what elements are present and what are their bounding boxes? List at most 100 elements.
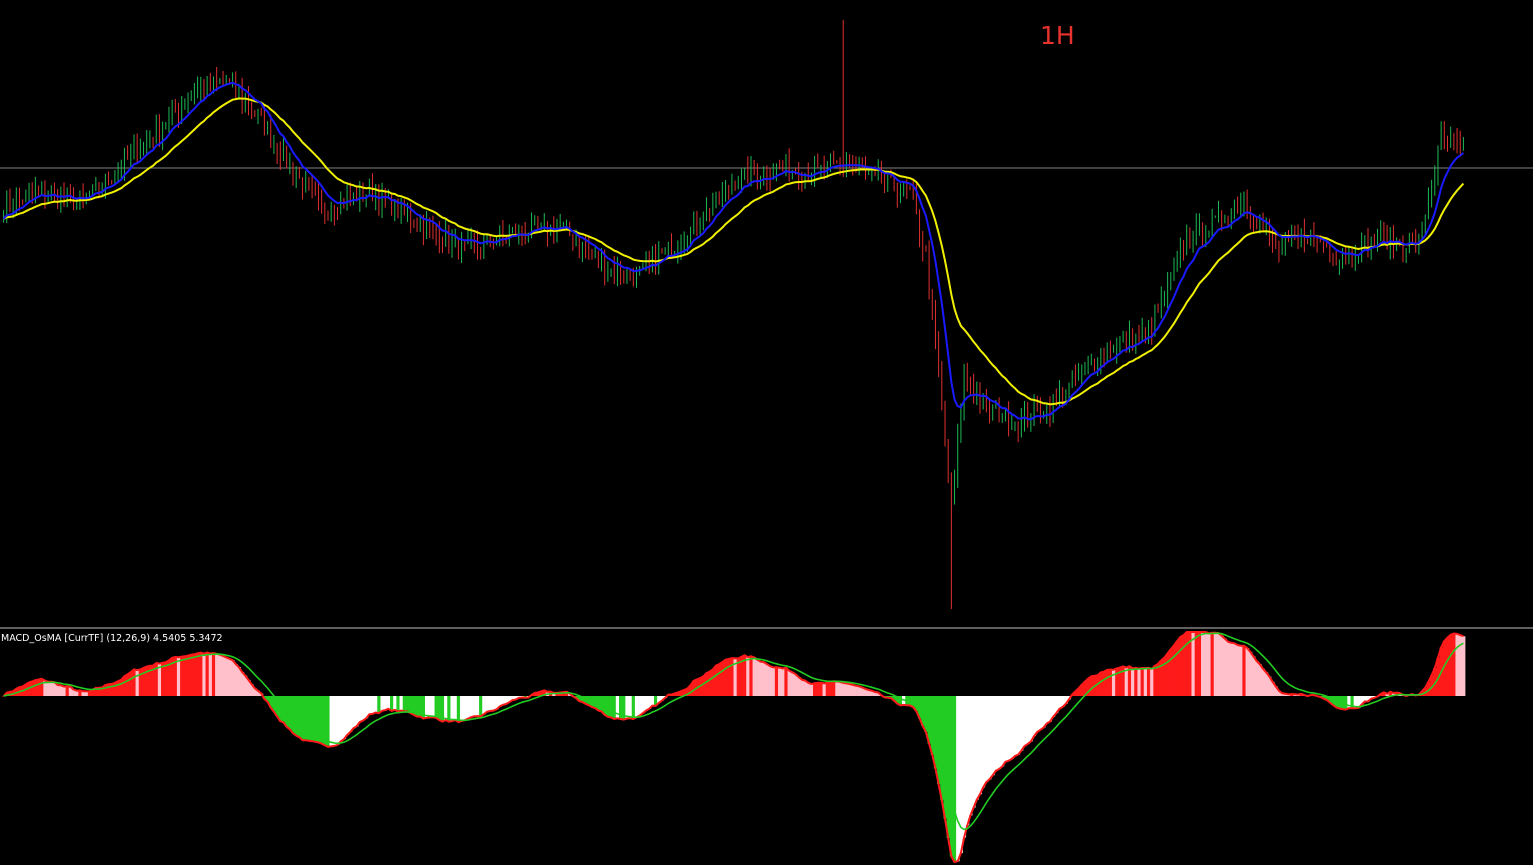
- histogram-bar: [1140, 668, 1145, 696]
- histogram-bar: [56, 685, 60, 696]
- histogram-bar: [978, 696, 982, 795]
- histogram-bar: [997, 696, 1002, 770]
- histogram-bar: [835, 681, 839, 696]
- candles-group: [3, 20, 1464, 610]
- histogram-bar: [1210, 632, 1215, 696]
- histogram-bar: [1255, 661, 1259, 696]
- histogram-bar: [1261, 668, 1266, 696]
- histogram-bar: [288, 696, 292, 730]
- histogram-bar: [431, 696, 435, 718]
- histogram-bar: [771, 667, 776, 696]
- histogram-bar: [1455, 633, 1460, 696]
- histogram-bar: [612, 696, 617, 719]
- histogram-bar: [370, 696, 375, 714]
- histogram-bar: [1010, 696, 1014, 759]
- histogram-bar: [224, 657, 229, 696]
- histogram-bar: [1042, 696, 1046, 728]
- histogram-bar: [1213, 632, 1218, 696]
- histogram-bar: [1032, 696, 1037, 737]
- histogram-bar: [215, 653, 219, 696]
- histogram-bar: [116, 681, 121, 696]
- histogram-bar: [1175, 640, 1180, 696]
- histogram-bar: [332, 696, 337, 746]
- histogram-bar: [714, 665, 718, 696]
- histogram-bar: [199, 652, 203, 696]
- histogram-bar: [358, 696, 362, 723]
- histogram-bar: [1449, 634, 1453, 696]
- histogram-bar: [984, 696, 989, 783]
- histogram-bar: [994, 696, 998, 771]
- histogram-bar: [851, 684, 855, 696]
- histogram-bar: [844, 683, 849, 696]
- histogram-bar: [335, 696, 340, 745]
- histogram-bar: [838, 681, 843, 696]
- histogram-bar: [355, 696, 359, 727]
- histogram-bar: [126, 674, 130, 696]
- histogram-bar: [822, 683, 827, 696]
- histogram-bar: [488, 696, 493, 711]
- histogram-bar: [444, 696, 448, 721]
- histogram-bar: [1102, 671, 1107, 696]
- histogram-bar: [711, 669, 715, 696]
- macd-histogram: [2, 632, 1466, 862]
- histogram-bar: [965, 696, 970, 826]
- histogram-bar: [65, 686, 70, 696]
- histogram-bar: [196, 653, 200, 696]
- histogram-bar: [841, 682, 846, 696]
- histogram-bar: [644, 696, 649, 711]
- histogram-bar: [720, 661, 725, 696]
- histogram-bar: [717, 664, 722, 696]
- histogram-bar: [962, 696, 967, 838]
- histogram-bar: [784, 667, 788, 696]
- histogram-bar: [1108, 669, 1113, 696]
- histogram-bar: [1452, 633, 1456, 696]
- histogram-bar: [1146, 667, 1151, 696]
- indicator-pane[interactable]: MACD_OsMA [CurrTF] (12,26,9) 4.5405 5.34…: [1, 631, 1466, 864]
- histogram-bar: [425, 696, 429, 718]
- histogram-bar: [1445, 637, 1450, 696]
- histogram-bar: [342, 696, 346, 740]
- chart-window[interactable]: 1H MACD_OsMA [CurrTF] (12,26,9) 4.5405 5…: [0, 0, 1533, 865]
- histogram-bar: [202, 653, 206, 696]
- histogram-bar: [463, 696, 467, 721]
- histogram-bar: [218, 654, 222, 696]
- histogram-bar: [300, 696, 305, 741]
- histogram-bar: [1045, 696, 1049, 724]
- histogram-bar: [1178, 636, 1183, 696]
- histogram-bar: [956, 696, 960, 862]
- histogram-bar: [132, 669, 136, 696]
- histogram-bar: [396, 696, 400, 712]
- histogram-bar: [1239, 645, 1243, 696]
- histogram-bar: [227, 658, 232, 696]
- histogram-bar: [1089, 676, 1094, 696]
- histogram-bar: [1242, 645, 1246, 696]
- histogram-bar: [36, 679, 41, 696]
- histogram-bar: [943, 696, 947, 819]
- histogram-bar: [746, 657, 750, 696]
- histogram-bar: [708, 671, 712, 696]
- histogram-bar: [1153, 665, 1157, 696]
- histogram-bar: [787, 670, 792, 696]
- histogram-bar: [1344, 696, 1348, 710]
- histogram-bar: [800, 679, 804, 696]
- histogram-bar: [351, 696, 356, 729]
- histogram-bar: [819, 682, 823, 696]
- histogram-bar: [1099, 672, 1103, 696]
- histogram-bar: [1000, 696, 1005, 767]
- histogram-bar: [736, 658, 741, 696]
- histogram-bar: [211, 653, 216, 696]
- histogram-bar: [972, 696, 976, 808]
- price-pane[interactable]: 1H: [0, 20, 1533, 610]
- histogram-bar: [466, 696, 470, 719]
- histogram-bar: [755, 659, 760, 696]
- histogram-bar: [434, 696, 439, 718]
- histogram-bar: [1029, 696, 1033, 742]
- chart-canvas[interactable]: 1H MACD_OsMA [CurrTF] (12,26,9) 4.5405 5…: [0, 0, 1533, 865]
- histogram-bar: [1016, 696, 1021, 755]
- histogram-bar: [33, 680, 38, 696]
- histogram-bar: [1201, 632, 1205, 696]
- histogram-bar: [304, 696, 308, 741]
- histogram-bar: [402, 696, 407, 712]
- histogram-bar: [1248, 651, 1253, 696]
- histogram-bar: [1019, 696, 1024, 751]
